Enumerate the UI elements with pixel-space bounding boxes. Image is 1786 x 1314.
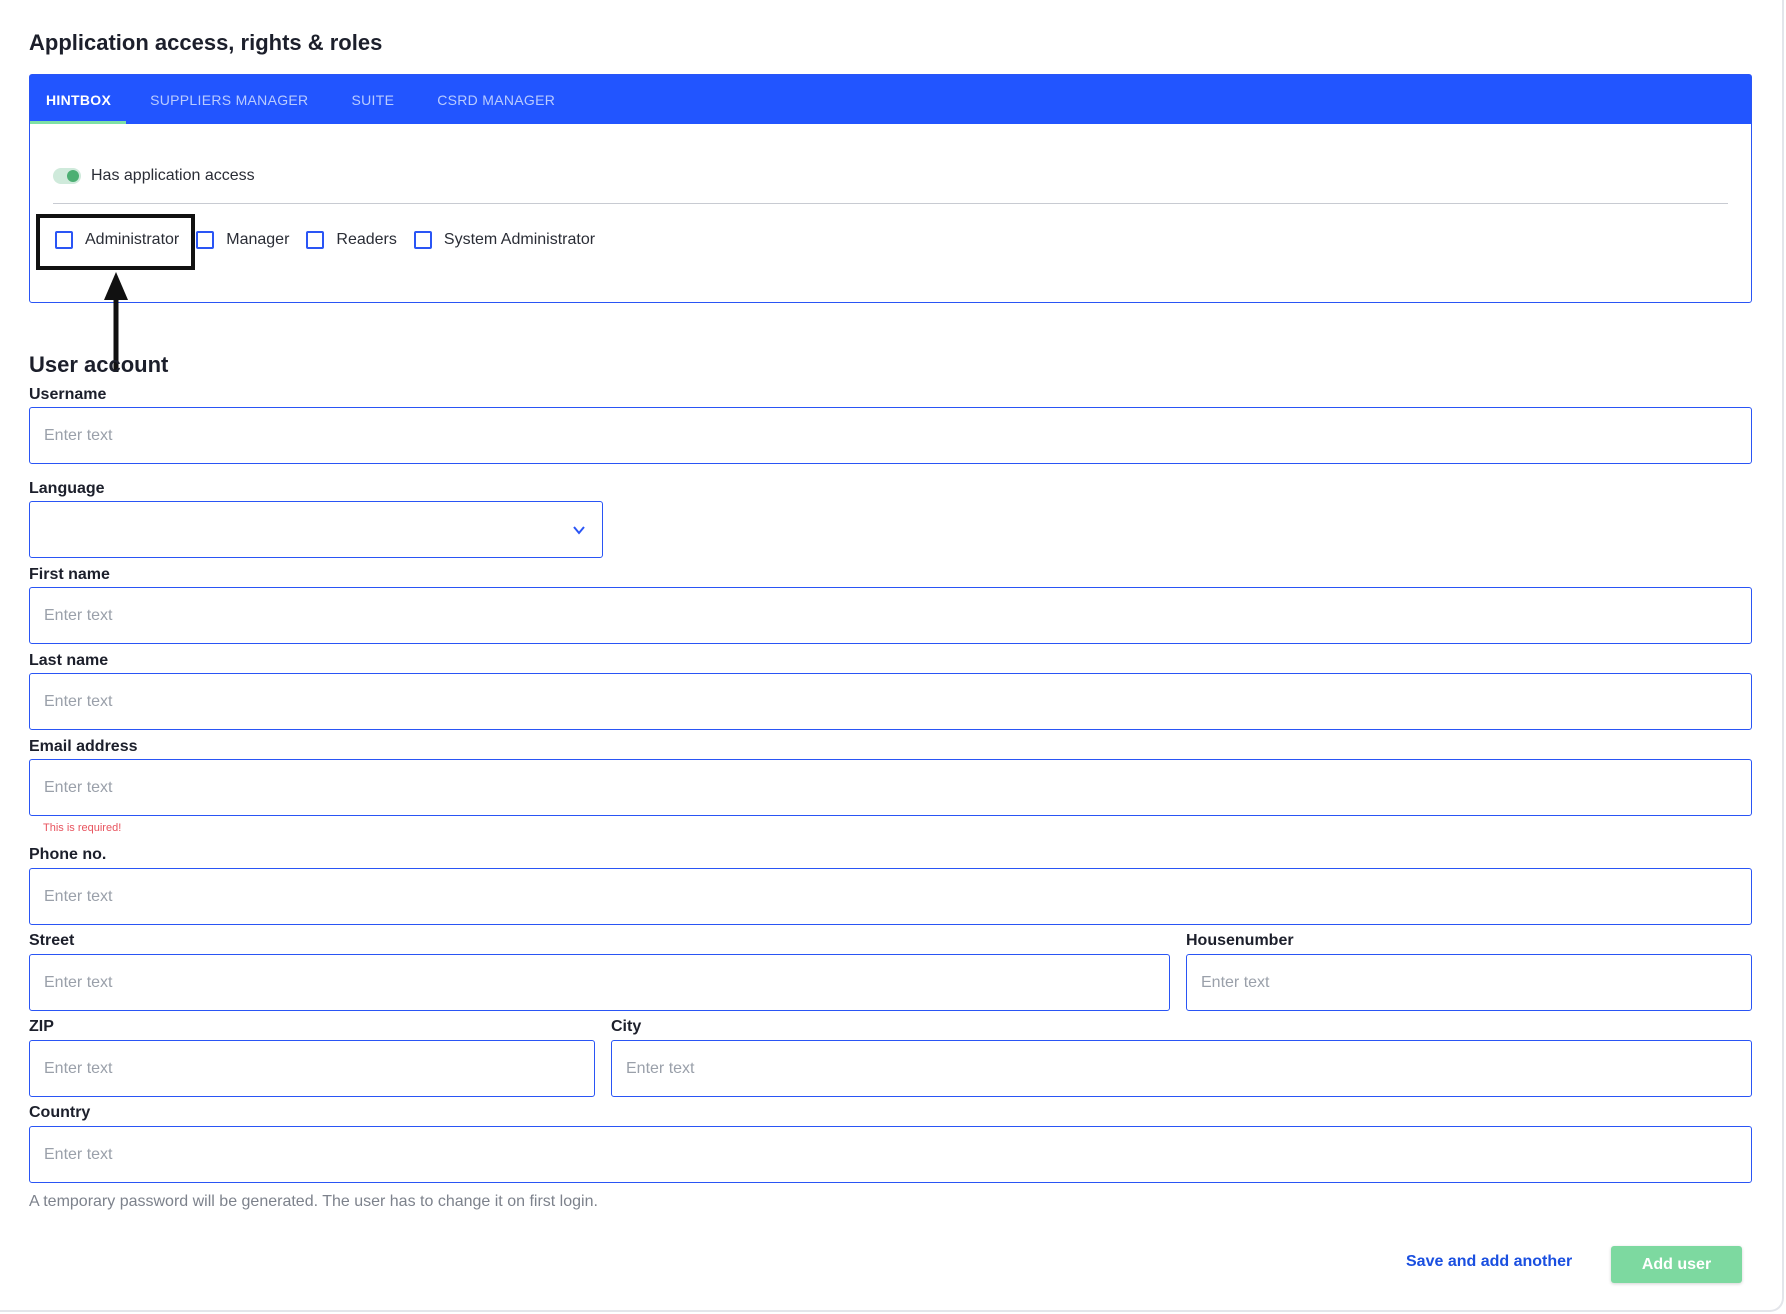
role-system-administrator-label: System Administrator xyxy=(443,231,596,248)
first-name-input[interactable] xyxy=(29,587,1752,644)
role-system-administrator-checkbox[interactable] xyxy=(413,231,432,249)
housenumber-input[interactable] xyxy=(1186,954,1752,1011)
toggle-knob xyxy=(67,170,79,182)
application-access-label: Has application access xyxy=(91,167,255,184)
tab-csrd-manager[interactable]: CSRD MANAGER xyxy=(420,75,572,124)
divider xyxy=(53,203,1728,204)
role-readers-checkbox[interactable] xyxy=(306,231,325,249)
role-manager-label: Manager xyxy=(226,231,290,248)
username-label: Username xyxy=(29,386,107,403)
page: Application access, rights & roles HINTB… xyxy=(0,0,1786,1314)
language-label: Language xyxy=(29,480,105,497)
tab-suppliers-manager[interactable]: SUPPLIERS MANAGER xyxy=(133,75,325,124)
roles-group: Administrator Manager Readers System Adm… xyxy=(55,231,612,249)
password-hint: A temporary password will be generated. … xyxy=(29,1193,598,1210)
country-label: Country xyxy=(29,1104,91,1121)
add-user-button[interactable]: Add user xyxy=(1611,1246,1742,1283)
first-name-label: First name xyxy=(29,566,110,583)
role-manager-checkbox[interactable] xyxy=(196,231,215,249)
chevron-down-icon xyxy=(573,526,585,535)
email-input[interactable] xyxy=(29,759,1752,816)
country-input[interactable] xyxy=(29,1126,1752,1183)
application-access-toggle[interactable] xyxy=(53,168,81,184)
phone-input[interactable] xyxy=(29,868,1752,925)
role-manager[interactable]: Manager xyxy=(196,231,289,249)
save-and-add-another-button[interactable]: Save and add another xyxy=(1406,1253,1572,1271)
access-section-title: Application access, rights & roles xyxy=(29,30,383,55)
role-system-administrator[interactable]: System Administrator xyxy=(413,231,596,249)
role-administrator-checkbox[interactable] xyxy=(55,231,73,249)
city-label: City xyxy=(611,1018,642,1035)
access-panel: HINTBOX SUPPLIERS MANAGER SUITE CSRD MAN… xyxy=(29,74,1752,303)
tab-hintbox[interactable]: HINTBOX xyxy=(30,75,127,124)
email-label: Email address xyxy=(29,738,138,755)
application-access-row: Has application access xyxy=(53,167,255,185)
role-administrator-label: Administrator xyxy=(85,231,180,248)
housenumber-label: Housenumber xyxy=(1186,932,1294,949)
tab-suite[interactable]: SUITE xyxy=(334,75,411,124)
street-input[interactable] xyxy=(29,954,1170,1011)
last-name-input[interactable] xyxy=(29,673,1752,730)
zip-input[interactable] xyxy=(29,1040,595,1097)
phone-label: Phone no. xyxy=(29,846,107,863)
street-label: Street xyxy=(29,932,75,949)
role-readers-label: Readers xyxy=(336,231,397,248)
email-error-message: This is required! xyxy=(43,822,122,834)
role-readers[interactable]: Readers xyxy=(306,231,397,249)
city-input[interactable] xyxy=(611,1040,1752,1097)
user-account-title: User account xyxy=(29,352,169,377)
username-input[interactable] xyxy=(29,407,1752,464)
app-tabs: HINTBOX SUPPLIERS MANAGER SUITE CSRD MAN… xyxy=(30,75,1751,124)
zip-label: ZIP xyxy=(29,1018,54,1035)
language-select[interactable] xyxy=(29,501,603,558)
role-administrator[interactable]: Administrator xyxy=(55,231,179,249)
last-name-label: Last name xyxy=(29,652,109,669)
